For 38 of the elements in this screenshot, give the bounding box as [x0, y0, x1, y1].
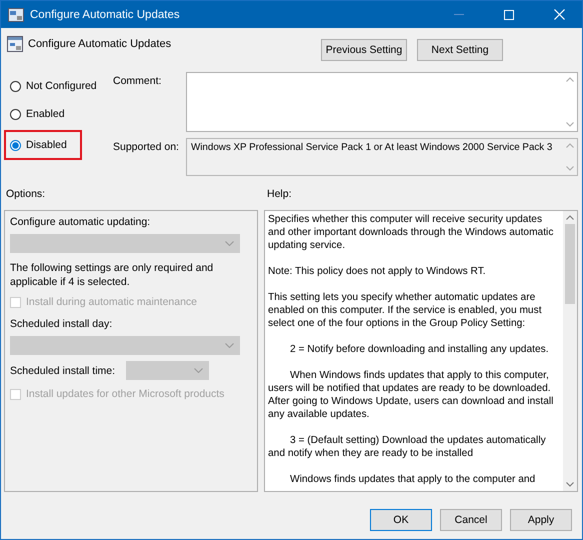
radio-option[interactable]: Not Configured	[4, 74, 102, 98]
help-paragraph: 2 = Notify before downloading and installing any updates.	[289, 343, 550, 356]
window-title: Configure Automatic Updates	[30, 8, 180, 20]
dialog-button[interactable]: Apply	[510, 509, 572, 531]
help-paragraph: When Windows finds updates that apply to this computer, users will be notified that updates are ready to be downloaded. After going to Windows Update, users can download and install any available updates.	[268, 369, 554, 421]
radio-option[interactable]: Disabled	[4, 130, 82, 160]
options-label: Options:	[5, 188, 46, 202]
help-paragraph: This setting lets you specify whether automatic updates are enabled on this computer. If the service is enabled, you must select one of the four options in the Group Policy Setting:	[268, 291, 543, 330]
supported-text: Windows XP Professional Service Pack 1 or At least Windows 2000 Service Pack 3	[190, 141, 554, 155]
radio-option[interactable]: Enabled	[4, 102, 70, 126]
chevron-icon	[194, 368, 204, 373]
help-paragraph: Specifies whether this computer will receive security updates and other important downloads through the Windows automatic updating service.	[268, 213, 554, 252]
help-label: Help:	[266, 188, 293, 202]
option-note: The following settings are only required and applicable if 4 is selected.	[10, 261, 214, 289]
help-paragraph: Note: This policy does not apply to Windows RT.	[268, 265, 487, 278]
help-paragraph: Windows finds updates that apply to the computer and	[289, 473, 536, 486]
navigation-button[interactable]: Next Setting	[417, 39, 503, 61]
comment-field[interactable]	[186, 72, 578, 132]
supported-label: Supported on:	[112, 140, 180, 155]
chevron-icon	[225, 241, 234, 246]
dialog-button[interactable]: OK	[370, 509, 432, 531]
option-label: Scheduled install time:	[10, 364, 116, 376]
chevron-icon	[225, 343, 234, 348]
help-paragraph: 3 = (Default setting) Download the updates automatically and notify when they are ready to be installed	[268, 434, 547, 460]
maximize-icon[interactable]	[504, 10, 514, 20]
minimize-icon[interactable]	[454, 14, 464, 16]
radio-icon[interactable]	[10, 140, 21, 150]
dialog-button[interactable]: Cancel	[440, 509, 502, 531]
setting-title: Configure Automatic Updates	[28, 38, 172, 50]
close-icon[interactable]	[554, 9, 565, 20]
radio-icon[interactable]	[10, 80, 21, 92]
radio-icon[interactable]	[10, 108, 21, 120]
comment-label: Comment:	[112, 74, 162, 89]
scroll-bar[interactable]	[563, 211, 577, 491]
scroll-thumb[interactable]	[565, 224, 575, 304]
option-label: Configure automatic updating:	[10, 216, 150, 228]
navigation-button[interactable]: Previous Setting	[321, 39, 407, 61]
option-label: Scheduled install day:	[10, 318, 112, 330]
